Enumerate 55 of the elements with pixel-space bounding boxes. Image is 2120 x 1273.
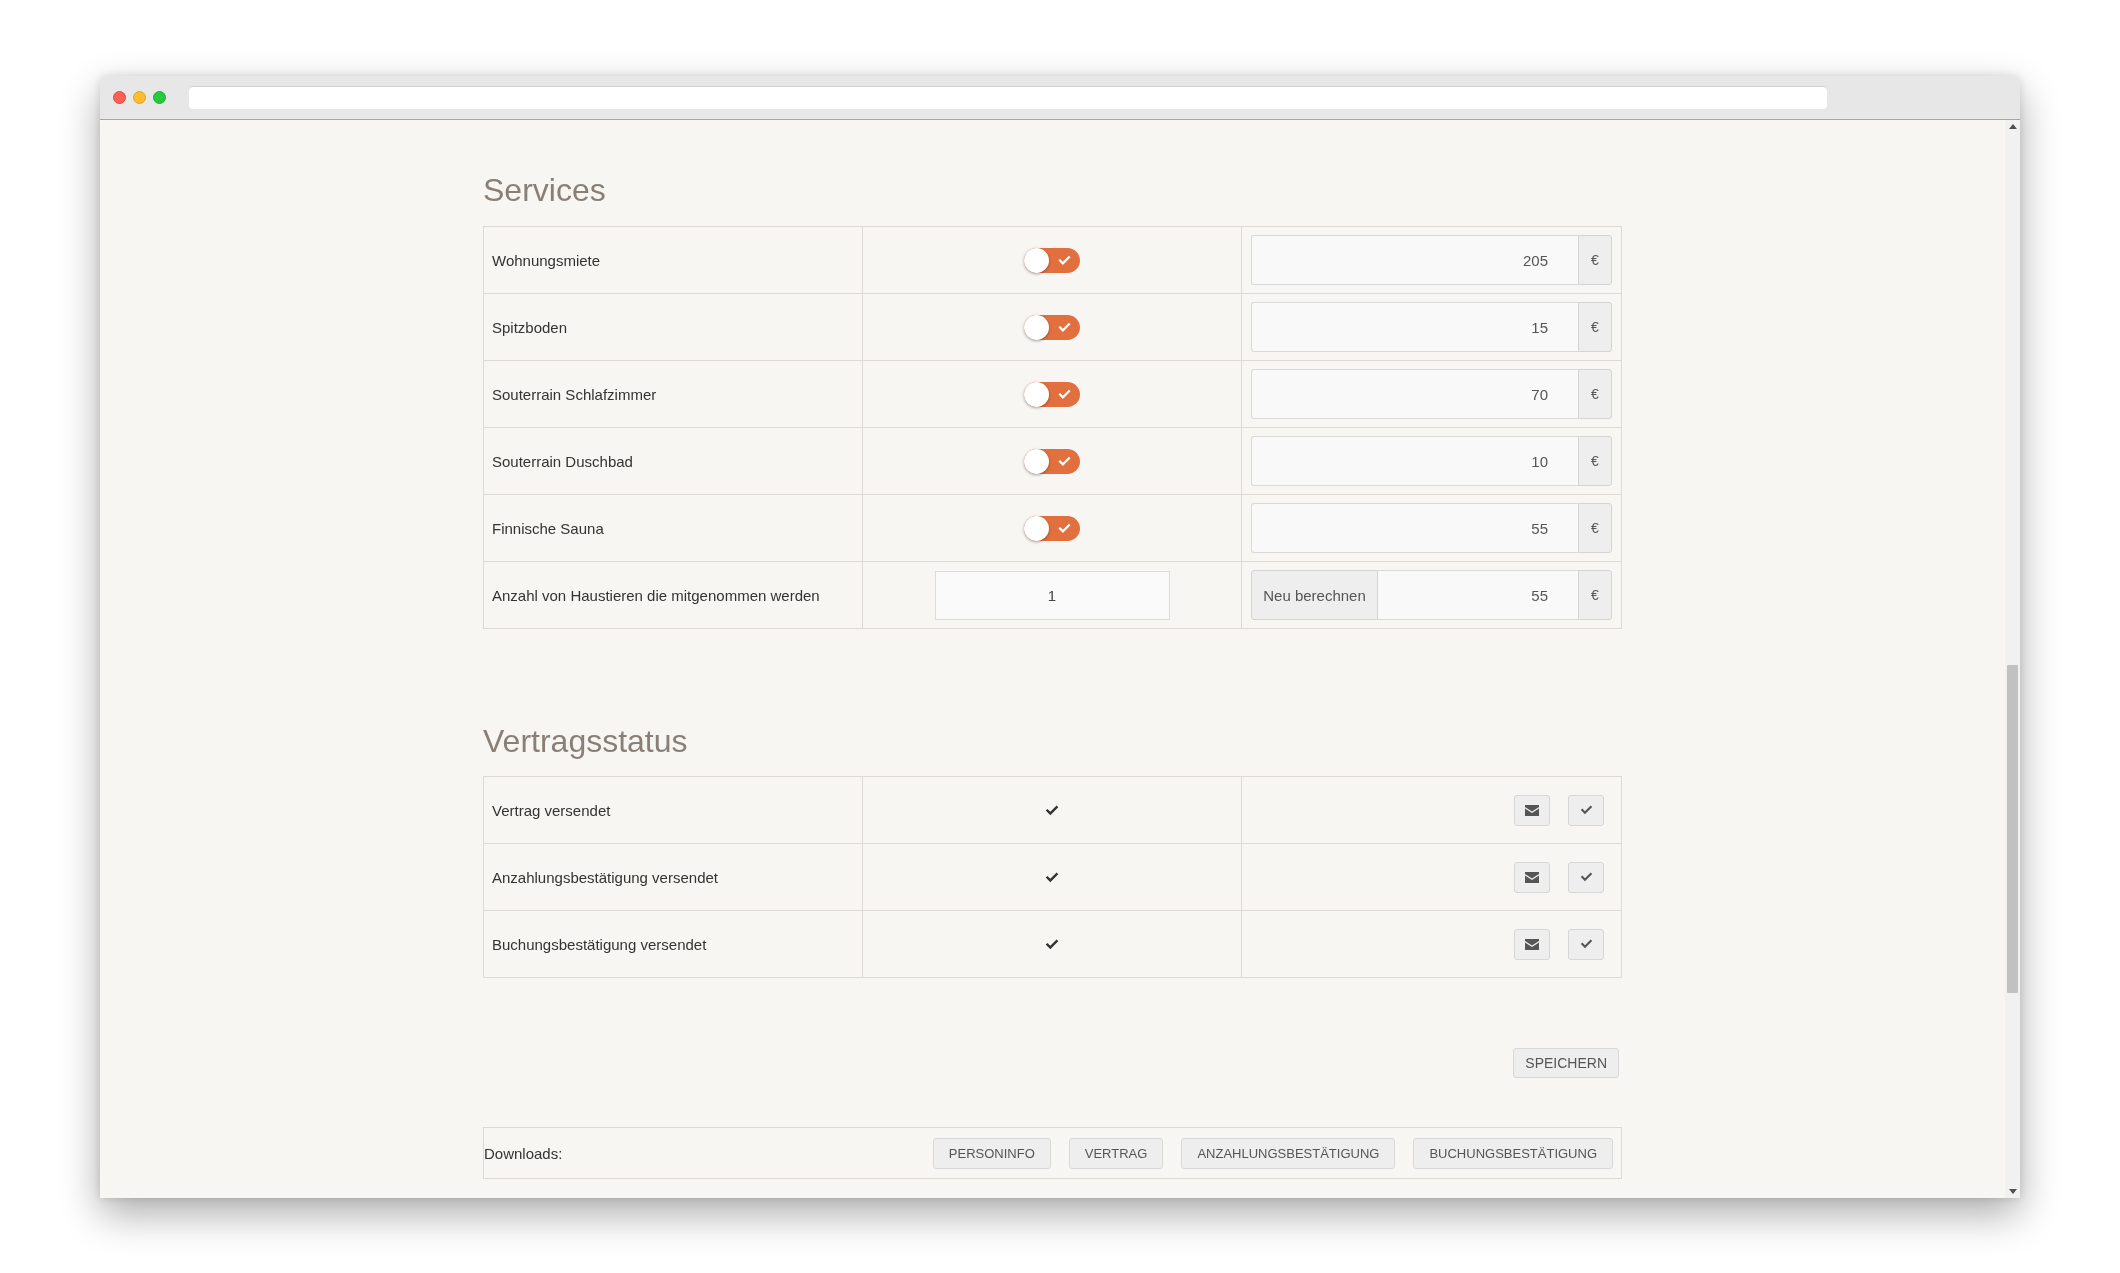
download-button[interactable]: VERTRAG	[1068, 1137, 1164, 1169]
currency-addon: €	[1578, 302, 1612, 352]
check-icon	[1579, 939, 1593, 949]
currency-addon: €	[1578, 369, 1612, 419]
confirm-button[interactable]	[1568, 928, 1604, 960]
amount-field[interactable]: 205	[1251, 235, 1578, 285]
download-button[interactable]: PERSONINFO	[932, 1137, 1051, 1169]
toggle-switch[interactable]	[1024, 314, 1080, 340]
section-heading: Services	[483, 171, 606, 210]
service-label: Wohnungsmiete	[492, 251, 601, 269]
amount-field[interactable]: 55	[1251, 503, 1578, 553]
download-button[interactable]: ANZAHLUNGSBESTÄTIGUNG	[1181, 1137, 1396, 1169]
amount-field[interactable]: 55	[1378, 570, 1578, 620]
envelope-icon	[1525, 938, 1539, 950]
service-label: Souterrain Schlafzimmer	[492, 385, 657, 403]
currency-addon: €	[1578, 436, 1612, 486]
section-heading: Vertragsstatus	[483, 722, 688, 761]
email-button[interactable]	[1514, 928, 1550, 960]
amount-field[interactable]: 10	[1251, 436, 1578, 486]
scroll-down-icon[interactable]	[2008, 1189, 2017, 1194]
recalculate-button[interactable]: Neu berechnen	[1251, 570, 1378, 620]
confirm-button[interactable]	[1568, 794, 1604, 826]
currency-addon: €	[1578, 503, 1612, 553]
scrollbar-track[interactable]	[2005, 120, 2020, 1198]
status-label: Vertrag versendet	[492, 801, 611, 819]
envelope-icon	[1525, 871, 1539, 883]
email-button[interactable]	[1514, 794, 1550, 826]
service-label: Spitzboden	[492, 318, 568, 336]
currency-addon: €	[1578, 235, 1612, 285]
toggle-switch[interactable]	[1024, 515, 1080, 541]
amount-field[interactable]: 15	[1251, 302, 1578, 352]
amount-field[interactable]: 70	[1251, 369, 1578, 419]
email-button[interactable]	[1514, 861, 1550, 893]
window-minimize-button[interactable]	[133, 91, 146, 104]
confirm-button[interactable]	[1568, 861, 1604, 893]
check-icon	[1579, 805, 1593, 815]
downloads-label: Downloads:	[484, 1144, 563, 1162]
status-label: Buchungsbestätigung versendet	[492, 935, 707, 953]
save-button[interactable]: SPEICHERN	[1513, 1048, 1619, 1078]
status-label: Anzahlungsbestätigung versendet	[492, 868, 718, 886]
quantity-field[interactable]: 1	[934, 570, 1170, 620]
window-zoom-button[interactable]	[153, 91, 166, 104]
currency-addon: €	[1578, 570, 1612, 620]
toggle-switch[interactable]	[1024, 381, 1080, 407]
service-label: Finnische Sauna	[492, 519, 604, 537]
scroll-up-icon[interactable]	[2008, 124, 2017, 129]
toggle-switch[interactable]	[1024, 247, 1080, 273]
service-label: Anzahl von Haustieren die mitgenommen werden	[492, 586, 820, 604]
window-close-button[interactable]	[113, 91, 126, 104]
toggle-switch[interactable]	[1024, 448, 1080, 474]
check-icon	[1579, 872, 1593, 882]
service-label: Souterrain Duschbad	[492, 452, 633, 470]
download-button[interactable]: BUCHUNGSBESTÄTIGUNG	[1413, 1137, 1613, 1169]
envelope-icon	[1525, 804, 1539, 816]
scrollbar-thumb[interactable]	[2007, 665, 2018, 993]
